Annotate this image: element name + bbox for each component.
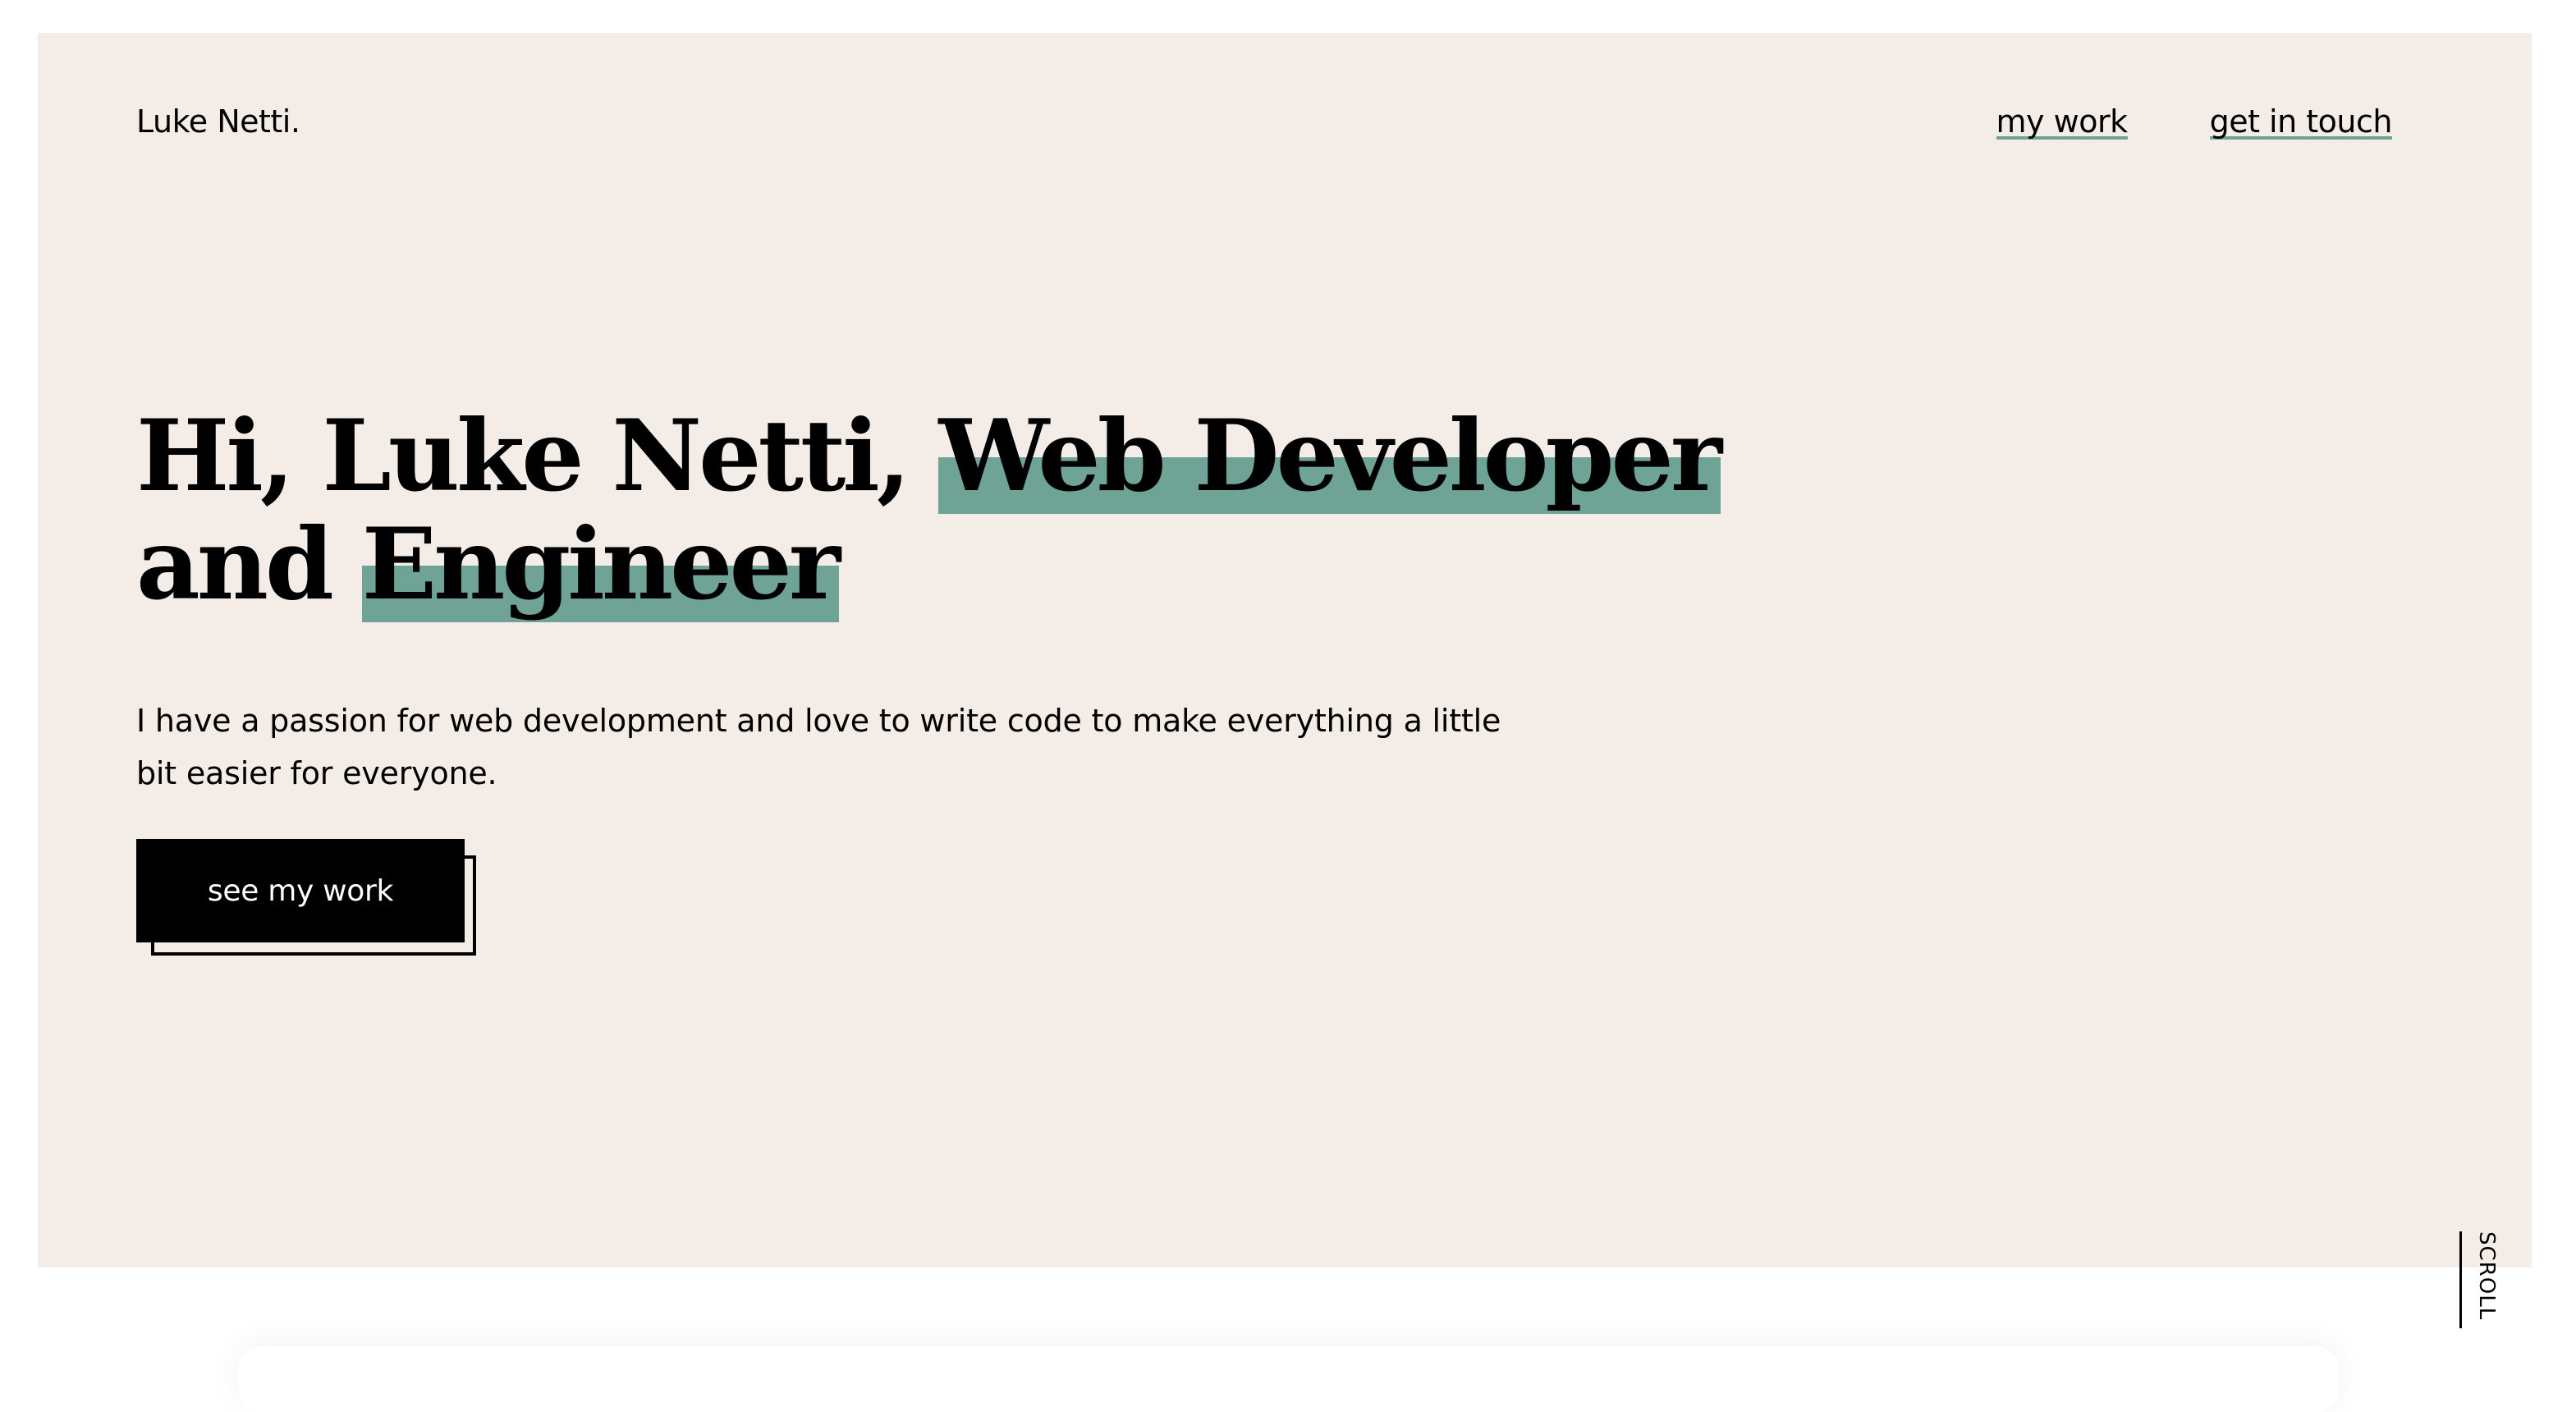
next-section-card (238, 1346, 2340, 1412)
hero-intro-text: I have a passion for web development and… (136, 703, 1501, 791)
see-my-work-button[interactable]: see my work (136, 839, 465, 942)
scroll-line (2459, 1231, 2462, 1328)
scroll-indicator[interactable]: SCROLL (2459, 1231, 2509, 1328)
nav-link-get-in-touch[interactable]: get in touch (2209, 103, 2393, 140)
nav-link-my-work[interactable]: my work (1996, 103, 2128, 140)
headline-connector: and (136, 507, 334, 622)
hero-headline: Hi, Luke Netti, Web Developer and Engine… (136, 398, 1860, 622)
headline-highlight-engineer: Engineer (361, 507, 841, 622)
scroll-label: SCROLL (2474, 1231, 2499, 1321)
headline-greeting: Hi, Luke Netti, (136, 398, 911, 514)
main-nav: my work get in touch (1996, 103, 2393, 140)
cta-group: see my work (136, 839, 481, 960)
site-logo[interactable]: Luke Netti. (136, 103, 300, 140)
headline-highlight-web-developer: Web Developer (938, 398, 1722, 514)
hero-section: Luke Netti. my work get in touch Hi, Luk… (38, 33, 2532, 1328)
